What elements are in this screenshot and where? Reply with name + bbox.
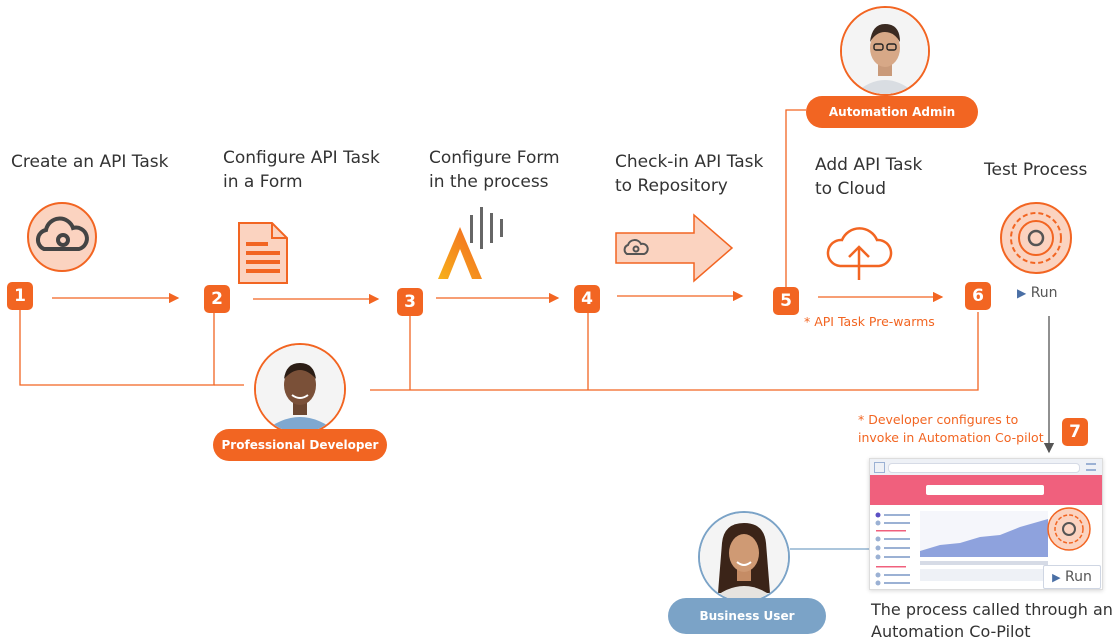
document-icon — [236, 220, 290, 286]
address-bar — [888, 463, 1080, 473]
cloud-upload-icon — [822, 222, 896, 284]
prewarm-note: * API Task Pre-warms — [804, 314, 935, 329]
screen-run-button[interactable]: ▶ Run — [1043, 565, 1101, 589]
step-6-title: Test Process — [984, 160, 1088, 180]
developer-avatar — [254, 343, 346, 435]
screen-chart-panel — [920, 511, 1048, 557]
business-user-role-pill: Business User — [668, 598, 826, 634]
step-2-badge: 2 — [204, 285, 230, 313]
step-4-badge: 4 — [574, 285, 600, 313]
cloud-api-icon — [17, 202, 107, 272]
step-1-badge: 1 — [7, 282, 33, 310]
developer-role-pill: Professional Developer — [213, 429, 387, 461]
step-1-title: Create an API Task — [11, 152, 169, 172]
step-3-title: Configure Form in the process — [429, 148, 560, 192]
step-6-badge: 6 — [965, 282, 991, 310]
step-7-badge: 7 — [1062, 418, 1088, 446]
step-5-badge: 5 — [773, 287, 799, 315]
screen-header — [870, 475, 1102, 505]
menu-icon — [1086, 463, 1096, 471]
business-user-avatar — [698, 511, 790, 603]
screen-gear-process-icon — [1046, 506, 1092, 552]
screen-row — [920, 569, 1048, 581]
copilot-caption: The process called through an Automation… — [871, 600, 1113, 641]
home-icon — [874, 462, 885, 473]
play-icon: ▶ — [1017, 286, 1027, 300]
admin-role-pill: Automation Admin — [806, 96, 978, 128]
arrow-checkin-icon — [614, 213, 736, 283]
admin-avatar — [840, 6, 930, 96]
step-5-title: Add API Task to Cloud — [815, 155, 923, 199]
run-button[interactable]: ▶ Run — [1017, 285, 1058, 301]
run-label: Run — [1030, 285, 1058, 301]
play-icon: ▶ — [1052, 571, 1061, 584]
step-4-title: Check-in API Task to Repository — [615, 152, 764, 196]
browser-bar — [870, 459, 1102, 475]
step-2-title: Configure API Task in a Form — [223, 148, 380, 192]
gear-process-icon — [998, 200, 1074, 276]
screen-run-label: Run — [1065, 569, 1092, 585]
automation-anywhere-logo-icon — [432, 205, 524, 285]
screen-search-input — [926, 485, 1044, 495]
copilot-config-note: * Developer configures to invoke in Auto… — [858, 412, 1044, 445]
screen-row — [920, 561, 1048, 565]
step-3-badge: 3 — [397, 288, 423, 316]
screen-sidebar — [874, 511, 914, 587]
